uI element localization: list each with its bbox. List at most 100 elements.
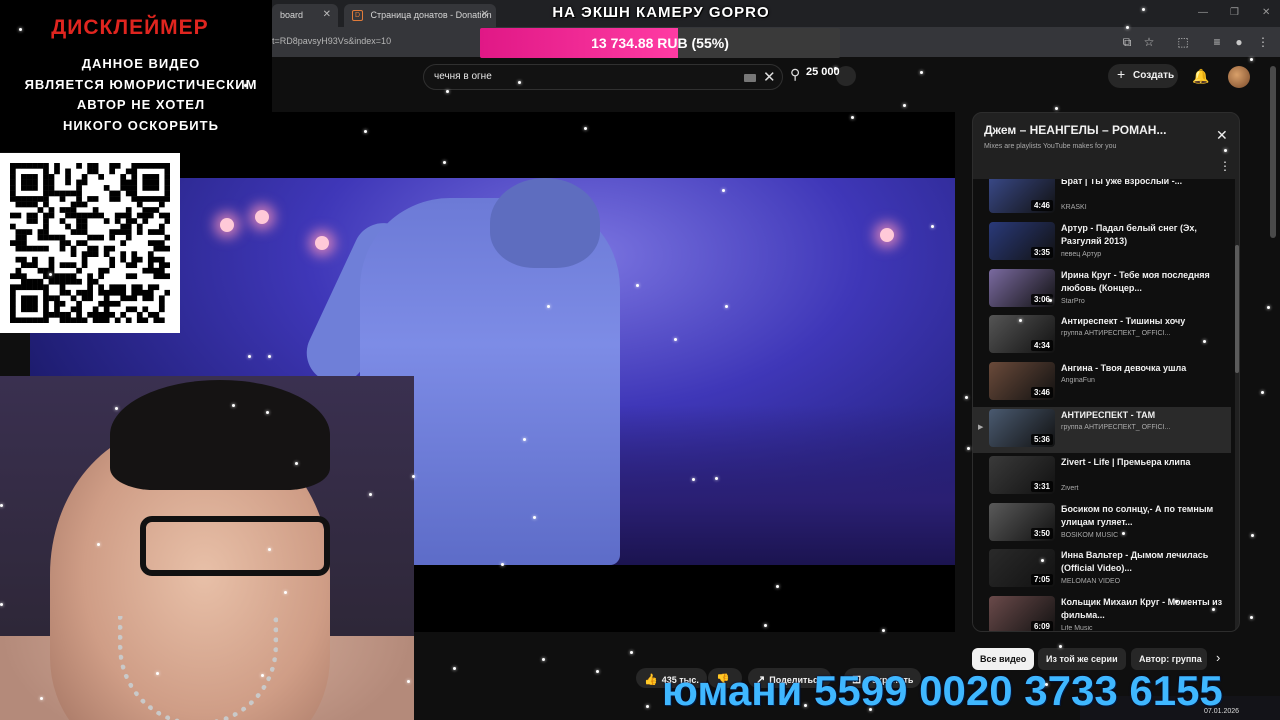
playlist-item-duration: 6:09 [1030, 621, 1053, 631]
close-window-icon[interactable]: ✕ [1262, 7, 1270, 18]
browser-tab[interactable]: board ✕ [272, 4, 338, 27]
qr-module [103, 311, 110, 318]
qr-module [43, 284, 49, 291]
qr-module [109, 196, 116, 202]
qr-module [87, 311, 93, 318]
snowflake [1122, 532, 1125, 535]
snowflake [596, 670, 599, 673]
keyboard-icon[interactable] [744, 74, 756, 82]
clear-search-icon[interactable]: ✕ [763, 68, 776, 86]
profile-icon[interactable]: ● [1232, 35, 1246, 49]
playlist-item-duration: 4:46 [1030, 200, 1053, 211]
close-tab-icon[interactable]: ✕ [323, 9, 331, 20]
playlist-item[interactable]: 4:34 Антиреспект - Тишины хочу группа АНТИ… [973, 313, 1231, 359]
qr-module [59, 284, 66, 291]
qr-module [43, 163, 49, 169]
menu-dots-icon[interactable]: ⋮ [1256, 35, 1270, 49]
snowflake [1250, 58, 1253, 61]
playlist-scrollbar[interactable] [1235, 245, 1239, 373]
qr-module [76, 278, 82, 285]
qr-module [81, 174, 88, 180]
playlist-item[interactable]: 3:06 Ирина Круг - Тебе моя последняя любо… [973, 267, 1231, 313]
minimize-icon[interactable]: — [1198, 7, 1208, 18]
search-icon[interactable]: ⚲ [790, 66, 800, 83]
qr-module [153, 240, 160, 246]
playlist-item-thumbnail: 5:36 [989, 409, 1055, 447]
notifications-bell-icon[interactable]: 🔔 [1192, 68, 1209, 85]
qr-module [92, 317, 99, 323]
qr-module [65, 168, 71, 175]
qr-module [87, 273, 93, 280]
avatar[interactable] [1228, 66, 1250, 88]
qr-module [125, 212, 132, 219]
qr-module [120, 223, 127, 230]
cast-icon[interactable]: ⧉ [1120, 35, 1134, 49]
qr-module [70, 229, 77, 235]
playlist-item[interactable]: 6:09 Кольщик Михаил Круг - Моменты из фил… [973, 594, 1231, 631]
qr-module [103, 306, 110, 313]
close-playlist-icon[interactable]: ✕ [1216, 127, 1228, 144]
close-tab-icon[interactable]: ✕ [481, 9, 489, 20]
qr-module [142, 174, 149, 180]
qr-module [81, 251, 88, 257]
create-button[interactable]: + Создать [1108, 64, 1178, 88]
snowflake [1045, 683, 1048, 686]
maximize-icon[interactable]: ❐ [1230, 7, 1239, 18]
qr-module [158, 229, 165, 235]
disclaimer-title: ДИСКЛЕЙМЕР [51, 16, 209, 39]
playlist-title[interactable]: Джем – НЕАНГЕЛЫ – РОМАН... [984, 123, 1204, 137]
playlist-items: 4:46 Брат | Ты уже взрослый -... KRASKI 3:3… [973, 179, 1235, 631]
qr-module [54, 278, 60, 285]
playlist-item[interactable]: 3:31 Zivert - Life | Премьера клипа Zivert [973, 454, 1231, 500]
snowflake [764, 624, 767, 627]
chevron-right-icon[interactable]: › [1216, 650, 1220, 665]
bookmark-star-icon[interactable]: ☆ [1142, 35, 1156, 49]
snowflake [882, 629, 885, 632]
snowflake [636, 284, 639, 287]
qr-module [65, 311, 71, 318]
qr-module [125, 190, 132, 197]
playlist-item[interactable]: 3:35 Артур - Падал белый снег (Эх, Разгул… [973, 220, 1231, 266]
playlist-item[interactable]: 7:05 Инна Вальтер - Дымом лечилась (Offic… [973, 547, 1231, 593]
playlist-item[interactable]: 3:50 Босиком по солнцу,- А по темным улиц… [973, 501, 1231, 547]
qr-module [32, 262, 38, 269]
snowflake [931, 225, 934, 228]
qr-module [98, 311, 104, 318]
qr-module [10, 196, 16, 202]
qr-module [120, 251, 127, 257]
qr-module [103, 267, 110, 274]
qr-module [87, 234, 93, 241]
qr-module [48, 212, 55, 219]
qr-module [92, 212, 99, 219]
extensions-icon[interactable]: ⬚ [1176, 35, 1190, 49]
qr-module [43, 174, 49, 180]
qr-module [136, 196, 143, 202]
qr-module [131, 284, 138, 291]
more-options-icon[interactable]: ⋮ [1219, 159, 1231, 173]
playlist-item-channel: MELOMAN VIDEO [1061, 578, 1121, 586]
qr-module [70, 317, 77, 323]
qr-module [87, 278, 93, 285]
qr-module [26, 300, 33, 307]
qr-module [136, 201, 143, 208]
playlist-item[interactable]: 4:46 Брат | Ты уже взрослый -... KRASKI [973, 179, 1231, 219]
reading-list-icon[interactable]: ≡ [1210, 35, 1224, 49]
playlist-item[interactable]: 3:46 Ангина - Твоя девочка ушла AnginaFun [973, 360, 1231, 406]
playlist-item[interactable]: ▶ 5:36 АНТИРЕСПЕКТ - ТАМ группа АНТИРЕСПЕКТ… [973, 407, 1231, 453]
snowflake [965, 396, 968, 399]
qr-module [54, 190, 60, 197]
qr-module [136, 223, 143, 230]
qr-module [21, 229, 27, 235]
snowflake [40, 697, 43, 700]
qr-module [98, 212, 104, 219]
playlist-item-thumbnail: 3:06 [989, 268, 1055, 307]
page-scrollbar[interactable] [1270, 66, 1276, 238]
donation-goal-amount: 13 734.88 RUB (55%) [591, 35, 729, 51]
snowflake [646, 705, 649, 708]
browser-tab-donations[interactable]: D Страница донатов - Donation ✕ [344, 4, 496, 27]
search-input[interactable]: чечня в огне ✕ [423, 64, 783, 90]
qr-module [43, 289, 49, 296]
qr-module [76, 240, 82, 246]
qr-module [48, 256, 55, 263]
qr-module [15, 245, 22, 252]
